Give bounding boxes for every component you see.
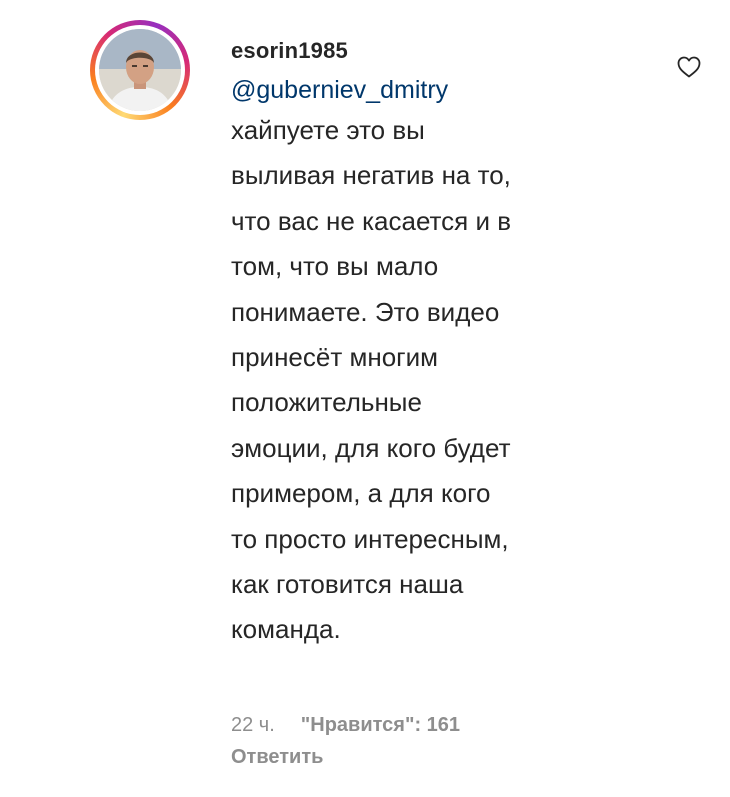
comment-likes-count[interactable]: "Нравится": 161 xyxy=(301,710,460,740)
comment-time[interactable]: 22 ч. xyxy=(231,710,275,740)
avatar-ring-gap xyxy=(95,25,185,115)
comment-username[interactable]: esorin1985 xyxy=(231,36,651,66)
avatar-story-ring[interactable] xyxy=(90,20,190,120)
comment-mention-link[interactable]: @guberniev_dmitry xyxy=(231,72,651,108)
like-button[interactable] xyxy=(674,52,704,82)
avatar-photo-icon xyxy=(99,29,181,111)
heart-outline-icon xyxy=(677,56,701,78)
comment-meta-row: 22 ч. "Нравится": 161 xyxy=(231,710,460,740)
reply-button[interactable]: Ответить xyxy=(231,742,460,772)
comment-body: esorin1985 @guberniev_dmitry хайпуете эт… xyxy=(231,36,651,653)
comment: esorin1985 @guberniev_dmitry хайпуете эт… xyxy=(0,0,730,797)
comment-meta: 22 ч. "Нравится": 161 Ответить xyxy=(231,710,460,772)
avatar[interactable] xyxy=(99,29,181,111)
comment-text: хайпуете это вы выливая негатив на то, ч… xyxy=(231,115,512,645)
